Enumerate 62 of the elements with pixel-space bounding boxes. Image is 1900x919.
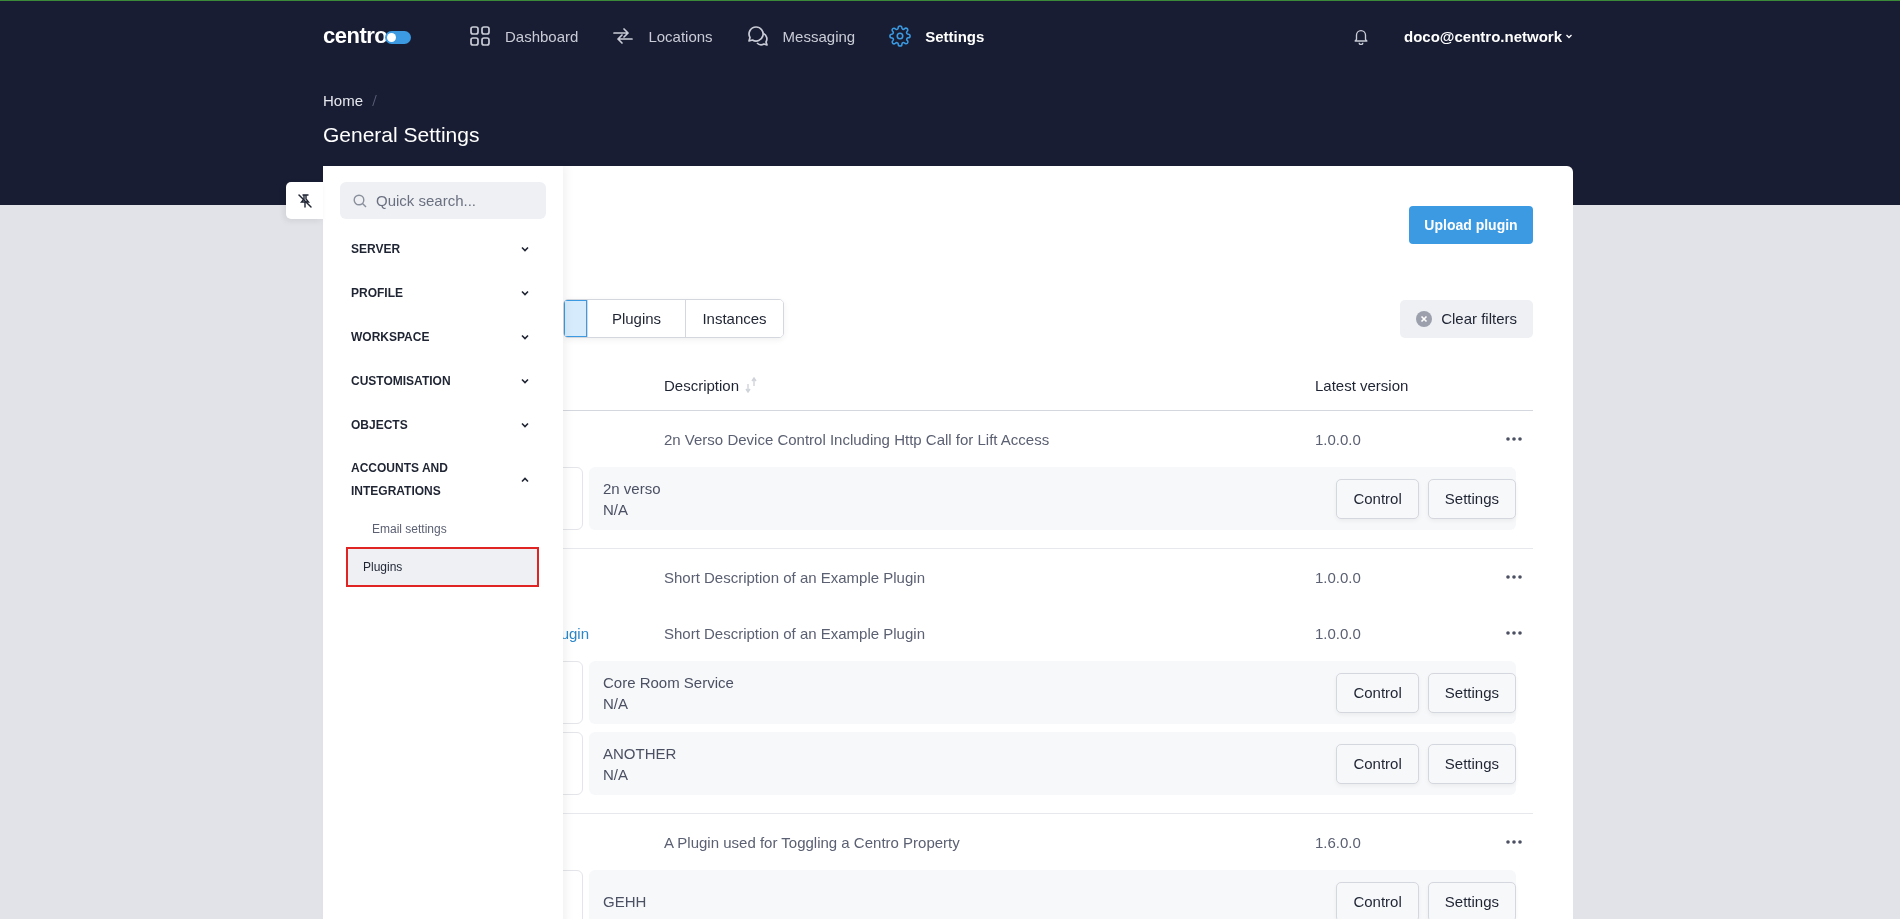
clear-filters-label: Clear filters <box>1441 310 1517 327</box>
instance-action-button[interactable]: Control <box>1336 478 1419 519</box>
quick-search-field[interactable]: Quick search... <box>340 182 546 219</box>
instance-name: GEHH <box>603 893 647 910</box>
sidebar-section[interactable]: PROFILE <box>340 271 546 315</box>
clear-icon <box>1416 310 1433 327</box>
table-cell-text: A Plugin used for Toggling a Centro Property <box>664 833 961 851</box>
nav-link[interactable]: Locations <box>612 25 713 47</box>
grid-icon <box>469 25 491 47</box>
chat-icon <box>746 25 769 47</box>
instance-status: N/A <box>603 765 629 783</box>
sidebar-section[interactable]: WORKSPACE <box>340 315 546 359</box>
instance-name: Core Room Service <box>603 673 734 691</box>
table-cell-text: 2n Verso Device Control Including Http Call for Lift Access <box>664 430 1051 448</box>
chevron-down-icon <box>1565 32 1573 40</box>
sidebar-section[interactable]: SERVER <box>340 227 546 271</box>
arrows-icon <box>612 25 635 47</box>
sidebar-section[interactable]: OBJECTS <box>340 403 546 447</box>
table-cell-text: 1.6.0.0 <box>1315 833 1362 851</box>
table-cell-text: Short Description of an Example Plugin <box>664 568 926 586</box>
more-options-icon[interactable] <box>1506 437 1522 441</box>
clear-filters-button[interactable]: Clear filters <box>1400 299 1533 338</box>
page-title: General Settings <box>323 123 481 147</box>
table-cell-text: 1.0.0.0 <box>1315 624 1362 642</box>
instance-action-button[interactable]: Settings <box>1427 743 1516 784</box>
instance-action-button[interactable]: Settings <box>1427 672 1516 713</box>
instance-status: N/A <box>603 500 629 518</box>
tab[interactable]: Plugins <box>587 300 685 337</box>
instance-action-button[interactable]: Control <box>1336 743 1419 784</box>
instance-status: N/A <box>603 694 629 712</box>
unpin-button[interactable] <box>286 182 323 219</box>
pin-off-icon <box>296 192 313 209</box>
sidebar-section[interactable]: ACCOUNTS AND INTEGRATIONS <box>340 447 546 513</box>
sidebar-item[interactable]: Plugins <box>346 547 539 587</box>
nav-link[interactable]: Settings <box>889 25 985 47</box>
tab[interactable] <box>564 300 587 337</box>
nav-link[interactable]: Messaging <box>746 25 856 47</box>
nav-link[interactable]: Dashboard <box>469 25 579 47</box>
logo-text[interactable]: centro <box>323 23 388 49</box>
breadcrumb-link[interactable]: Home <box>323 92 363 109</box>
user-menu[interactable]: doco@centro.network <box>1404 27 1573 45</box>
instance-action-button[interactable]: Control <box>1336 672 1419 713</box>
notification-bell-icon[interactable] <box>1352 27 1370 45</box>
table-cell-text: 1.0.0.0 <box>1315 568 1362 586</box>
sidebar-item[interactable]: Email settings <box>346 513 539 545</box>
tab[interactable]: Instances <box>685 300 783 337</box>
instance-action-button[interactable]: Control <box>1336 881 1419 919</box>
column-header[interactable]: Description <box>664 376 740 394</box>
table-cell-text: 1.0.0.0 <box>1315 430 1362 448</box>
more-options-icon[interactable] <box>1506 840 1522 844</box>
sidebar-section[interactable]: CUSTOMISATION <box>340 359 546 403</box>
logo-toggle-icon <box>385 31 412 44</box>
instance-name: ANOTHER <box>603 744 677 762</box>
search-icon <box>353 194 367 208</box>
table-cell-text: Short Description of an Example Plugin <box>664 624 926 642</box>
instance-name: 2n verso <box>603 479 661 497</box>
instance-action-button[interactable]: Settings <box>1427 478 1516 519</box>
more-options-icon[interactable] <box>1506 631 1522 635</box>
settings-icon <box>889 25 912 47</box>
instance-action-button[interactable]: Settings <box>1427 881 1516 919</box>
more-options-icon[interactable] <box>1506 575 1522 579</box>
column-header[interactable]: Latest version <box>1315 376 1409 394</box>
